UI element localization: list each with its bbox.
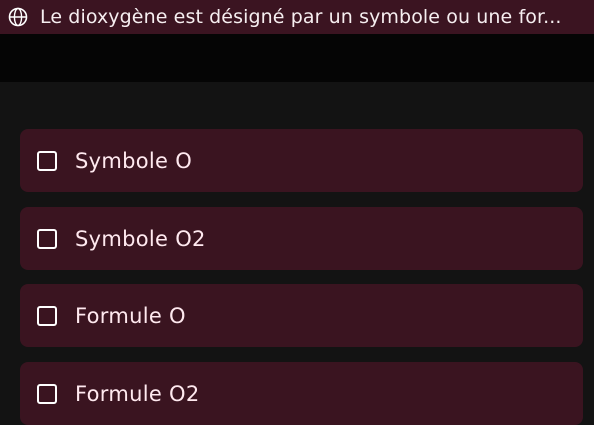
question-bar: Le dioxygène est désigné par un symbole …: [0, 0, 594, 34]
answer-option-2[interactable]: Symbole O2: [20, 207, 583, 270]
answer-label: Symbole O2: [75, 226, 206, 251]
answer-label: Formule O: [75, 303, 186, 328]
answer-label: Formule O2: [75, 381, 200, 406]
answer-option-3[interactable]: Formule O: [20, 284, 583, 347]
question-text: Le dioxygène est désigné par un symbole …: [40, 6, 562, 28]
answer-option-4[interactable]: Formule O2: [20, 362, 583, 425]
answer-list: Symbole O Symbole O2 Formule O Formule O…: [0, 82, 594, 425]
checkbox[interactable]: [37, 150, 57, 171]
answer-label: Symbole O: [75, 148, 193, 173]
globe-icon[interactable]: [7, 6, 29, 28]
checkbox[interactable]: [37, 305, 57, 326]
checkbox[interactable]: [37, 228, 57, 249]
header-spacer: [0, 34, 594, 82]
checkbox[interactable]: [37, 383, 57, 404]
answer-option-1[interactable]: Symbole O: [20, 129, 583, 192]
